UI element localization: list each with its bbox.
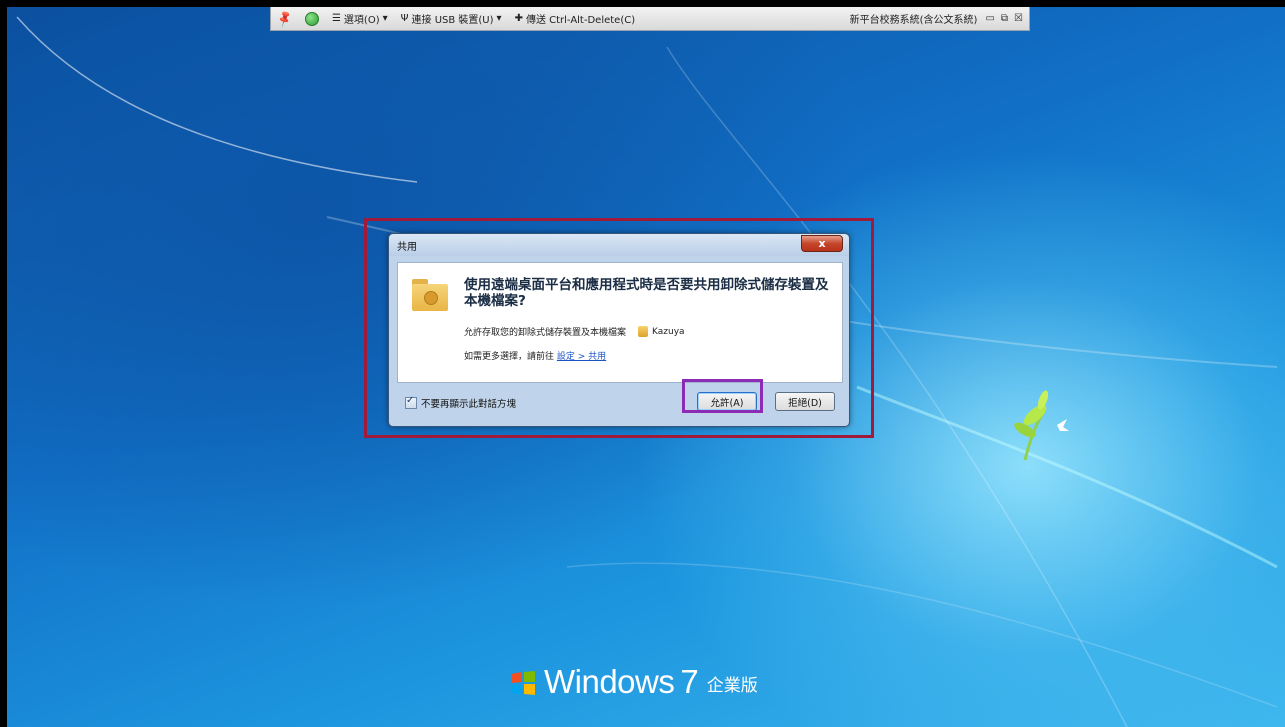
windows-branding: Windows 7 企業版 xyxy=(510,665,758,699)
pin-toolbar-button[interactable]: 📌 xyxy=(274,8,295,29)
session-title: 新平台校務系統(含公文系統) xyxy=(849,15,978,26)
connection-status[interactable] xyxy=(304,11,322,26)
send-ctrl-alt-delete-button[interactable]: ✚ 傳送 Ctrl-Alt-Delete(C) xyxy=(515,11,636,26)
dont-show-again-label: 不要再顯示此對話方塊 xyxy=(421,399,517,410)
user-folder-icon xyxy=(638,326,649,337)
dont-show-again-checkbox[interactable]: 不要再顯示此對話方塊 xyxy=(405,395,517,410)
network-icon: ✚ xyxy=(514,13,523,24)
purple-highlight-box xyxy=(682,379,763,413)
minimize-icon[interactable]: ▭ xyxy=(985,13,994,24)
dialog-body: 使用遠端桌面平台和應用程式時是否要共用卸除式儲存裝置及本機檔案? 允許存取您的卸… xyxy=(397,262,843,383)
windows-wordmark: Windows xyxy=(544,663,675,700)
folder-icon xyxy=(412,277,448,311)
dialog-close-button[interactable]: x xyxy=(801,235,843,252)
allow-access-text-row: 允許存取您的卸除式儲存裝置及本機檔案 Kazuya xyxy=(464,325,685,338)
windows-logo-icon xyxy=(511,671,535,695)
chevron-down-icon: ▾ xyxy=(382,13,388,24)
more-options-prefix: 如需更多選擇，請前往 xyxy=(464,352,555,362)
connection-status-icon xyxy=(304,11,319,26)
menu-icon: ☰ xyxy=(331,13,341,24)
pin-icon: 📌 xyxy=(274,8,295,29)
share-dialog: 共用 x 使用遠端桌面平台和應用程式時是否要共用卸除式儲存裝置及本機檔案? 允許… xyxy=(388,233,850,427)
dialog-titlebar[interactable]: 共用 xyxy=(389,234,849,256)
dialog-title: 共用 xyxy=(397,241,417,253)
connect-usb-menu[interactable]: Ψ 連接 USB 裝置(U) ▾ xyxy=(401,11,505,26)
checkbox-checked-icon[interactable] xyxy=(405,395,417,409)
connect-usb-label: 連接 USB 裝置(U) xyxy=(411,15,494,26)
user-name: Kazuya xyxy=(652,326,685,337)
allow-access-text: 允許存取您的卸除式儲存裝置及本機檔案 xyxy=(464,328,627,338)
usb-icon: Ψ xyxy=(400,13,409,24)
options-menu-label: 選項(O) xyxy=(343,15,380,26)
options-menu[interactable]: ☰ 選項(O) ▾ xyxy=(332,11,391,26)
windows-edition: 企業版 xyxy=(706,676,758,695)
windows-version: 7 xyxy=(680,663,699,700)
dialog-footer: 不要再顯示此對話方塊 允許(A) 拒絕(D) xyxy=(397,384,841,418)
settings-share-link[interactable]: 設定 > 共用 xyxy=(557,352,606,362)
send-ctrl-alt-delete-label: 傳送 Ctrl-Alt-Delete(C) xyxy=(525,15,636,26)
deny-button[interactable]: 拒絕(D) xyxy=(775,392,835,411)
wallpaper-flower-icon xyxy=(1014,390,1069,461)
restore-icon[interactable]: ⧉ xyxy=(1001,13,1008,24)
more-options-text: 如需更多選擇，請前往 設定 > 共用 xyxy=(464,349,606,362)
dialog-headline: 使用遠端桌面平台和應用程式時是否要共用卸除式儲存裝置及本機檔案? xyxy=(464,277,829,309)
chevron-down-icon: ▾ xyxy=(496,13,502,24)
remote-connection-toolbar: 📌 ☰ 選項(O) ▾ Ψ 連接 USB 裝置(U) ▾ ✚ 傳送 Ctrl-Alt-De… xyxy=(270,7,1030,31)
close-icon: x xyxy=(818,237,826,250)
toolbar-window-controls: ▭ ⧉ ☒ xyxy=(985,13,1023,24)
close-icon[interactable]: ☒ xyxy=(1014,13,1023,24)
